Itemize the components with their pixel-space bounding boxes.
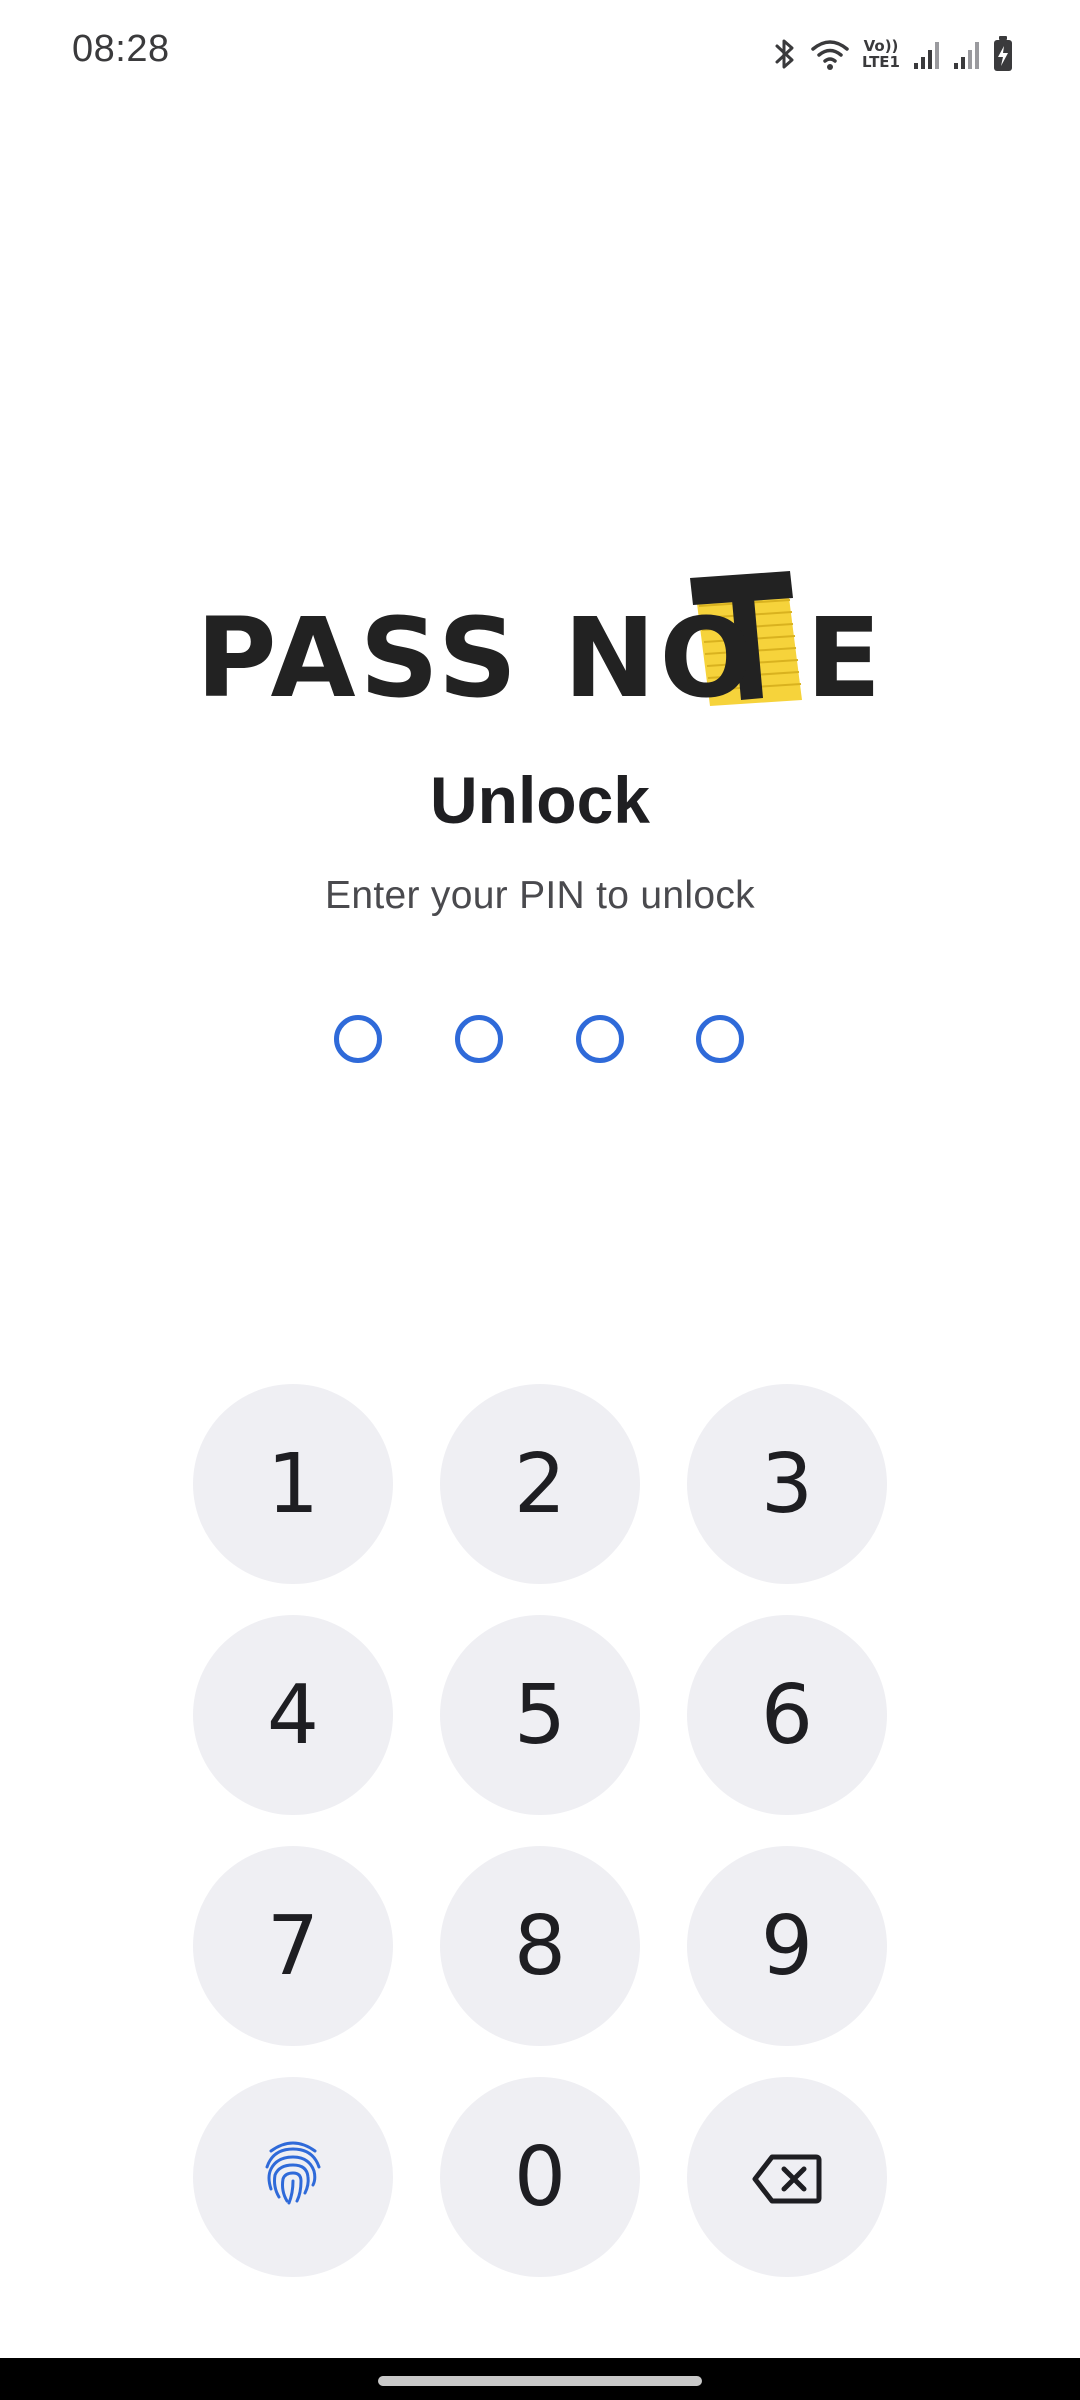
key-4[interactable]: 4 (193, 1615, 393, 1815)
status-bar: 08:28 Vo)) LTE1 (0, 0, 1080, 110)
unlock-title: Unlock (429, 763, 651, 837)
pin-dot (455, 1015, 503, 1063)
svg-text:PASS NO: PASS NO (196, 594, 757, 720)
wifi-icon (810, 37, 850, 71)
status-icons: Vo)) LTE1 (772, 30, 1014, 78)
volte-indicator: Vo)) LTE1 (862, 38, 900, 70)
signal-icon (912, 37, 940, 71)
fingerprint-icon (261, 2130, 325, 2225)
app-logo: PASS NO E (196, 560, 886, 720)
home-gesture-handle[interactable] (378, 2376, 702, 2386)
key-6[interactable]: 6 (687, 1615, 887, 1815)
navigation-bar (0, 2358, 1080, 2400)
status-time: 08:28 (72, 28, 170, 70)
key-8[interactable]: 8 (440, 1846, 640, 2046)
key-5[interactable]: 5 (440, 1615, 640, 1815)
key-3[interactable]: 3 (687, 1384, 887, 1584)
pin-dot (334, 1015, 382, 1063)
pin-dot (576, 1015, 624, 1063)
volte-line-2: LTE1 (862, 53, 900, 71)
key-0[interactable]: 0 (440, 2077, 640, 2277)
volte-line-1: Vo)) (863, 37, 899, 55)
pin-indicator (334, 1015, 746, 1063)
key-2[interactable]: 2 (440, 1384, 640, 1584)
key-9[interactable]: 9 (687, 1846, 887, 2046)
unlock-subtitle: Enter your PIN to unlock (325, 874, 755, 917)
key-7[interactable]: 7 (193, 1846, 393, 2046)
backspace-icon (752, 2130, 822, 2225)
svg-text:E: E (806, 594, 881, 720)
fingerprint-button[interactable] (193, 2077, 393, 2277)
backspace-button[interactable] (687, 2077, 887, 2277)
battery-charging-icon (992, 35, 1014, 73)
key-1[interactable]: 1 (193, 1384, 393, 1584)
pin-dot (696, 1015, 744, 1063)
bluetooth-icon (772, 36, 798, 72)
signal-icon (952, 37, 980, 71)
